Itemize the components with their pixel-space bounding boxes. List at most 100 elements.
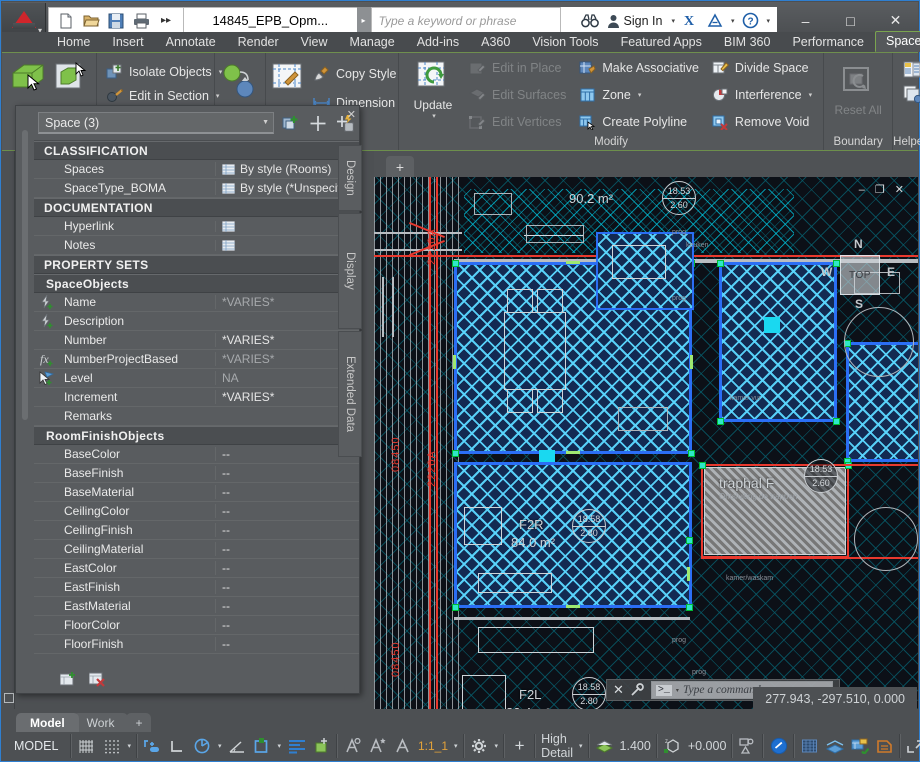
palette-close-icon[interactable]: ✕ xyxy=(347,108,356,121)
palette-scrollbar[interactable] xyxy=(22,130,28,420)
surface-hatch-toggle-icon[interactable] xyxy=(735,734,760,758)
tab-insert[interactable]: Insert xyxy=(101,33,154,52)
zone-caret-icon[interactable]: ▾ xyxy=(638,91,642,99)
copy-style-button[interactable]: Copy Style xyxy=(309,62,399,86)
tab-home[interactable]: Home xyxy=(46,33,101,52)
property-value-eastmaterial[interactable]: -- xyxy=(215,599,359,613)
maximize-viewport-icon[interactable]: + xyxy=(507,734,532,758)
property-value-eastcolor[interactable]: -- xyxy=(215,561,359,575)
property-row-eastmaterial[interactable]: EastMaterial -- xyxy=(34,597,359,616)
property-row-ceilingfinish[interactable]: CeilingFinish -- xyxy=(34,521,359,540)
remove-property-set-icon[interactable] xyxy=(89,672,106,687)
grip-tl-3[interactable] xyxy=(717,260,724,267)
palette-tab-extended-data[interactable]: Extended Data xyxy=(338,331,362,457)
property-row-description[interactable]: Description xyxy=(34,312,359,331)
workspace-caret-icon[interactable]: ▾ xyxy=(492,742,502,750)
tab-bim360[interactable]: BIM 360 xyxy=(713,33,782,52)
property-row-ceilingcolor[interactable]: CeilingColor -- xyxy=(34,502,359,521)
dynamic-ucs-icon[interactable] xyxy=(309,734,334,758)
command-history-caret-icon[interactable]: ▾ xyxy=(676,687,679,694)
sign-in-button[interactable]: Sign In xyxy=(603,14,667,28)
grip-f2r-br[interactable] xyxy=(686,604,693,611)
gear-icon[interactable] xyxy=(467,734,492,758)
isolate-objects-button[interactable]: Isolate Objects ▾ xyxy=(102,60,225,84)
tab-space[interactable]: Space xyxy=(875,31,920,52)
object-snap-tracking-icon[interactable] xyxy=(284,734,309,758)
viewport-close-button[interactable]: ✕ xyxy=(895,183,904,196)
property-row-name[interactable]: Name *VARIES* xyxy=(34,293,359,312)
units-icon[interactable] xyxy=(872,734,897,758)
grip-br-3[interactable] xyxy=(833,418,840,425)
mid-grip-f2r-bottom[interactable] xyxy=(566,605,580,608)
section-header-property-sets[interactable]: PROPERTY SETS − xyxy=(34,255,359,274)
space-tool-button[interactable] xyxy=(7,61,49,91)
display-configuration-caret-icon[interactable]: ▾ xyxy=(576,742,586,750)
make-associative-button[interactable]: Make Associative xyxy=(575,56,702,80)
coordinate-display[interactable]: 277.943, -297.510, 0.000 xyxy=(753,687,917,710)
viewcube-west-label[interactable]: W xyxy=(821,265,832,279)
annotation-scale-caret-icon[interactable]: ▾ xyxy=(451,742,461,750)
fullscreen-icon[interactable] xyxy=(903,734,920,758)
viewport-minimize-button[interactable]: – xyxy=(859,184,865,196)
snap-mode-caret-icon[interactable]: ▾ xyxy=(124,742,134,750)
space-generate-button[interactable] xyxy=(51,61,91,91)
property-row-basematerial[interactable]: BaseMaterial -- xyxy=(34,483,359,502)
grip-tl-1[interactable] xyxy=(452,260,459,267)
command-settings-icon[interactable] xyxy=(630,683,645,697)
elevation-value[interactable]: +0.000 xyxy=(685,734,730,758)
polar-tracking-icon[interactable] xyxy=(190,734,215,758)
display-configuration-label[interactable]: High Detail xyxy=(538,734,576,758)
model-space-button[interactable]: MODEL xyxy=(4,739,68,753)
surface-display-icon[interactable] xyxy=(822,734,847,758)
property-row-eastcolor[interactable]: EastColor -- xyxy=(34,559,359,578)
tab-manage[interactable]: Manage xyxy=(339,33,406,52)
zone-button[interactable]: Zone ▾ xyxy=(575,83,702,107)
autoscale-annotation-icon[interactable] xyxy=(365,734,390,758)
tab-a360[interactable]: A360 xyxy=(470,33,521,52)
property-row-number[interactable]: Number *VARIES* xyxy=(34,331,359,350)
grip-f2r-bl[interactable] xyxy=(452,604,459,611)
pick-point-icon[interactable] xyxy=(308,113,328,133)
property-row-remarks[interactable]: Remarks xyxy=(34,407,359,426)
add-property-set-icon[interactable] xyxy=(60,672,77,687)
space-evaluation-icon[interactable] xyxy=(903,61,920,79)
viewcube-south-label[interactable]: S xyxy=(855,297,863,311)
more-commands-icon[interactable]: ▸▸ xyxy=(155,10,177,31)
mid-grip-top-1[interactable] xyxy=(566,261,580,264)
palette-tab-display[interactable]: Display xyxy=(338,213,362,329)
exchange-apps-icon[interactable]: X xyxy=(680,10,702,31)
property-row-level[interactable]: Level NA xyxy=(34,369,359,388)
tab-view[interactable]: View xyxy=(290,33,339,52)
grip-traphal-tl[interactable] xyxy=(699,462,706,469)
section-header-roomfinishobjects[interactable]: RoomFinishObjects − xyxy=(34,426,359,445)
model-viewport[interactable]: 08450 08450 2220A 2220A 90.2 m² 18.53 2.… xyxy=(374,177,918,709)
hardware-acceleration-icon[interactable] xyxy=(797,734,822,758)
grid-display-icon[interactable] xyxy=(74,734,99,758)
remove-void-button[interactable]: Remove Void xyxy=(708,110,815,134)
object-snap-icon[interactable] xyxy=(249,734,274,758)
update-button[interactable]: Update ▾ xyxy=(404,56,462,120)
object-selector-dropdown[interactable]: Space (3) ▼ xyxy=(38,112,274,134)
new-file-tab-button[interactable]: + xyxy=(386,156,414,177)
property-value-basematerial[interactable]: -- xyxy=(215,485,359,499)
property-row-floorfinish[interactable]: FloorFinish -- xyxy=(34,635,359,654)
layout-tab-work[interactable]: Work xyxy=(73,713,129,732)
tab-featured-apps[interactable]: Featured Apps xyxy=(610,33,713,52)
ortho-mode-icon[interactable] xyxy=(165,734,190,758)
update-caret-icon[interactable]: ▾ xyxy=(432,112,436,120)
layout-tab-model[interactable]: Model xyxy=(16,713,79,732)
annotation-scale-change-icon[interactable] xyxy=(390,734,415,758)
grip-bl-3[interactable] xyxy=(717,418,724,425)
property-value-floorcolor[interactable]: -- xyxy=(215,618,359,632)
cut-plane-value[interactable]: 1.400 xyxy=(617,734,654,758)
property-value-basefinish[interactable]: -- xyxy=(215,466,359,480)
autodesk-a360-icon[interactable] xyxy=(704,10,726,31)
help-caret-icon[interactable]: ▾ xyxy=(763,17,773,25)
sign-in-caret-icon[interactable]: ▾ xyxy=(668,17,678,25)
property-value-ceilingcolor[interactable]: -- xyxy=(215,504,359,518)
quick-select-icon[interactable] xyxy=(281,113,301,133)
tab-addins[interactable]: Add-ins xyxy=(406,33,470,52)
create-polyline-button[interactable]: Create Polyline xyxy=(575,110,702,134)
property-row-basefinish[interactable]: BaseFinish -- xyxy=(34,464,359,483)
tab-annotate[interactable]: Annotate xyxy=(155,33,227,52)
